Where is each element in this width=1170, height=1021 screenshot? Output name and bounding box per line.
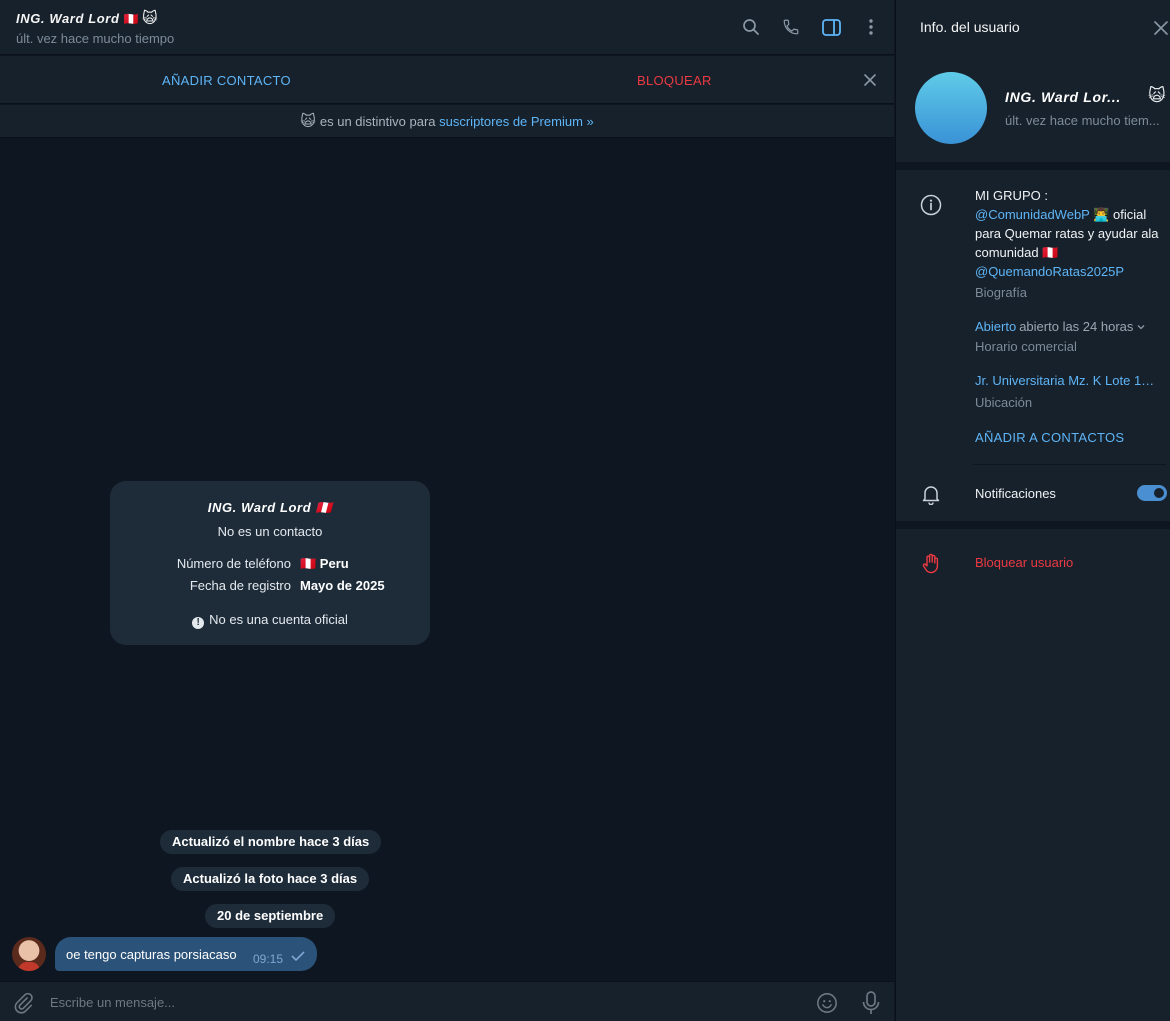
message-text: oe tengo capturas porsiacaso [66, 947, 237, 962]
card-not-contact: No es un contacto [217, 524, 323, 539]
avatar[interactable] [12, 937, 46, 971]
profile-status: últ. vez hace mucho tiem... [1005, 113, 1160, 128]
phone-value: 🇵🇪 Peru [300, 556, 349, 571]
flag-emoji: 🇵🇪 [1042, 245, 1059, 260]
profile-name: ING. Ward Lor... [1005, 89, 1121, 105]
service-message: Actualizó la foto hace 3 días [171, 867, 370, 891]
sidebar-toggle-icon[interactable] [820, 16, 842, 38]
emoji-icon[interactable] [816, 992, 838, 1014]
phone-label: Número de teléfono [176, 556, 291, 571]
premium-badge-icon: 🙀 [300, 113, 316, 130]
profile-avatar[interactable] [915, 72, 987, 144]
message-input[interactable] [50, 990, 790, 1014]
registered-value: Mayo de 2025 [300, 578, 385, 593]
premium-badge-notice: 🙀 es un distintivo para suscriptores de P… [0, 105, 894, 138]
chat-header[interactable]: ING. Ward Lord 🇵🇪 🙀 últ. vez hace mucho ti… [0, 0, 894, 55]
close-icon[interactable] [860, 70, 880, 90]
divider [973, 464, 1166, 465]
peer-name-text: ING. Ward Lord [16, 11, 120, 26]
business-hours-toggle[interactable]: Abierto abierto las 24 horas [975, 319, 1145, 334]
bio-label: Biografía [975, 285, 1028, 300]
premium-badge-icon[interactable]: 🙀 [1148, 86, 1166, 106]
header-toolbar [740, 16, 882, 38]
message-time: 09:15 [253, 952, 284, 966]
official-note-text: No es una cuenta oficial [209, 612, 348, 627]
card-peer-name: ING. Ward Lord 🇵🇪 [207, 500, 333, 515]
group-handle-link[interactable]: @ComunidadWebP [975, 207, 1090, 222]
user-info-panel: Info. del usuario ING. Ward Lor... 🙀 últ… [895, 0, 1170, 1021]
location-label: Ubicación [975, 395, 1033, 410]
technologist-emoji: 👨‍💻 [1093, 207, 1110, 222]
hours-label: Horario comercial [975, 339, 1077, 354]
search-icon[interactable] [740, 16, 762, 38]
bell-icon [922, 486, 940, 505]
peer-name[interactable]: ING. Ward Lord 🇵🇪 🙀 [16, 9, 158, 27]
peer-status: últ. vez hace mucho tiempo [16, 31, 175, 46]
microphone-icon[interactable] [861, 991, 881, 1015]
hours-detail: abierto las 24 horas [1019, 319, 1134, 334]
flag-emoji: 🇵🇪 [123, 12, 140, 26]
premium-badge-icon[interactable]: 🙀 [142, 10, 158, 27]
chevron-down-icon [1137, 325, 1145, 330]
bio-text: MI GRUPO : @ComunidadWebP 👨‍💻 oficial pa… [975, 186, 1165, 281]
attach-icon[interactable] [12, 992, 34, 1014]
info-icon [920, 194, 942, 216]
block-button[interactable]: BLOQUEAR [637, 73, 712, 88]
service-message: Actualizó el nombre hace 3 días [160, 830, 382, 854]
bio-line: MI GRUPO : [975, 188, 1048, 203]
phone-icon[interactable] [780, 16, 802, 38]
registered-label: Fecha de registro [189, 578, 291, 593]
notifications-toggle[interactable] [1137, 485, 1167, 501]
card-official-note: ! No es una cuenta oficial [110, 612, 430, 629]
message-composer [0, 981, 894, 1021]
hand-stop-icon [922, 553, 939, 574]
close-icon[interactable] [1152, 19, 1170, 37]
outgoing-message-bubble[interactable]: oe tengo capturas porsiacaso 09:15 [55, 937, 317, 971]
exclamation-icon: ! [192, 617, 205, 629]
premium-notice-text: es un distintivo para [319, 114, 436, 129]
chat-area: ING. Ward Lord 🇵🇪 🙀 últ. vez hace mucho ti… [0, 0, 894, 1021]
add-contact-button[interactable]: AÑADIR CONTACTO [162, 73, 291, 88]
notifications-label: Notificaciones [975, 486, 1056, 501]
panel-title: Info. del usuario [920, 19, 1020, 35]
premium-subscribers-link[interactable]: suscriptores de Premium » [439, 114, 594, 129]
open-status: Abierto [975, 319, 1017, 334]
location-link[interactable]: Jr. Universitaria Mz. K Lote 13 ... [975, 373, 1161, 388]
peer-info-card: ING. Ward Lord 🇵🇪 No es un contacto Núme… [110, 481, 430, 645]
section-divider [896, 162, 1170, 170]
section-divider [896, 521, 1170, 529]
add-to-contacts-button[interactable]: AÑADIR A CONTACTOS [975, 430, 1124, 445]
channel-handle-link[interactable]: @QuemandoRatas2025P [975, 264, 1124, 279]
block-user-button[interactable]: Bloquear usuario [975, 555, 1073, 570]
contact-action-bar: AÑADIR CONTACTO BLOQUEAR [0, 56, 894, 104]
date-divider: 20 de septiembre [205, 904, 336, 928]
sent-check-icon [291, 951, 305, 961]
more-vert-icon[interactable] [860, 16, 882, 38]
